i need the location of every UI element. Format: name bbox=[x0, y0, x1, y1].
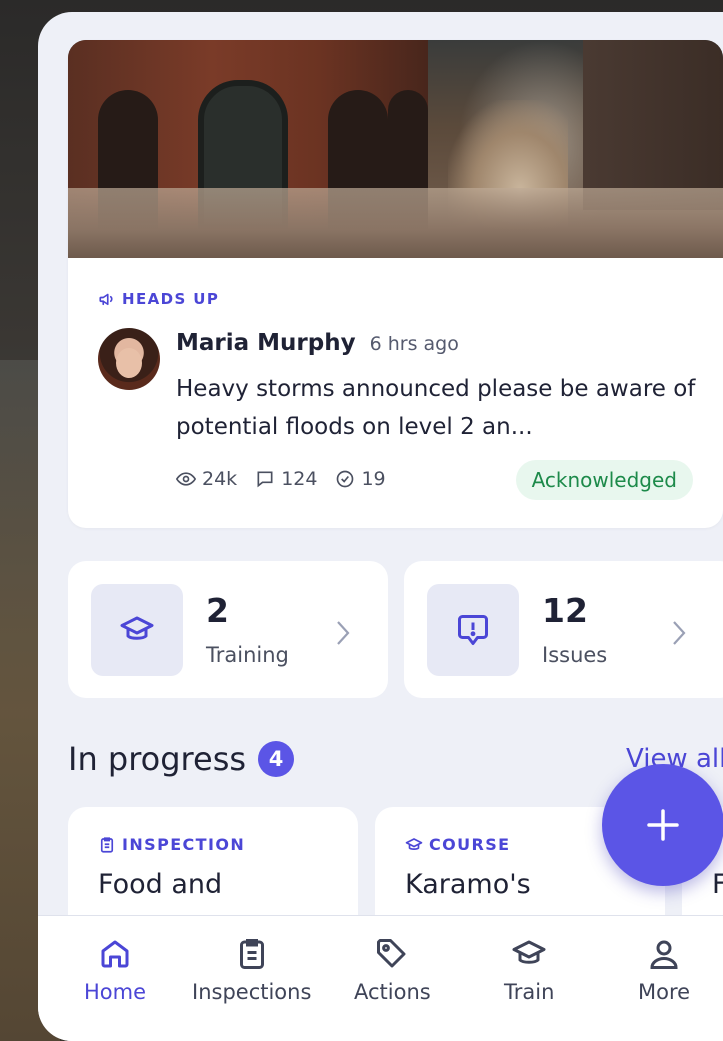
post-time: 6 hrs ago bbox=[369, 333, 459, 355]
training-tile[interactable]: 2 Training bbox=[68, 561, 388, 698]
card-title: F bbox=[712, 869, 723, 900]
bottom-nav: Home Inspections Actions Train More bbox=[38, 915, 723, 1041]
chevron-right-icon bbox=[337, 621, 350, 645]
issues-icon-box bbox=[427, 584, 519, 676]
nav-actions[interactable]: Actions bbox=[354, 936, 431, 1004]
check-circle-icon bbox=[337, 470, 354, 488]
chevron-right-icon bbox=[673, 621, 686, 645]
add-button[interactable] bbox=[602, 764, 723, 886]
card-type-label: INSPECTION bbox=[98, 835, 245, 854]
home-icon bbox=[101, 940, 129, 968]
announcement-card[interactable]: HEADS UP Maria Murphy 6 hrs ago Heavy st… bbox=[68, 40, 723, 528]
plus-icon bbox=[647, 809, 679, 841]
in-progress-header: In progress 4 bbox=[68, 740, 295, 778]
comment-icon bbox=[257, 471, 273, 488]
card-title: Food and bbox=[98, 869, 223, 900]
avatar[interactable] bbox=[98, 328, 160, 390]
issues-tile[interactable]: 12 Issues bbox=[404, 561, 723, 698]
training-icon-box bbox=[91, 584, 183, 676]
issues-count: 12 bbox=[542, 591, 588, 630]
author-name[interactable]: Maria Murphy bbox=[176, 330, 356, 356]
acknowledged-badge: Acknowledged bbox=[515, 460, 693, 500]
post-stats: 24k 124 19 bbox=[176, 468, 386, 490]
clipboard-icon bbox=[100, 836, 114, 853]
nav-train[interactable]: Train bbox=[504, 936, 554, 1004]
user-icon bbox=[650, 940, 678, 969]
flood-photo bbox=[68, 40, 723, 258]
heads-up-label: HEADS UP bbox=[98, 290, 219, 308]
issues-label: Issues bbox=[542, 643, 608, 667]
training-label: Training bbox=[206, 643, 289, 667]
clipboard-icon bbox=[239, 939, 264, 969]
training-count: 2 bbox=[206, 591, 229, 630]
acknowledgements-stat: 19 bbox=[335, 468, 386, 490]
eye-icon bbox=[176, 472, 196, 486]
alert-message-icon bbox=[458, 615, 488, 645]
nav-home[interactable]: Home bbox=[84, 936, 146, 1004]
tag-icon bbox=[377, 939, 406, 968]
card-title: Karamo's bbox=[405, 869, 531, 900]
graduation-cap-icon bbox=[512, 940, 546, 964]
section-title: In progress bbox=[68, 740, 247, 778]
nav-more[interactable]: More bbox=[638, 936, 690, 1004]
megaphone-icon bbox=[99, 293, 113, 306]
graduation-cap-icon bbox=[120, 616, 154, 640]
nav-inspections[interactable]: Inspections bbox=[192, 936, 311, 1004]
graduation-cap-icon bbox=[405, 837, 423, 850]
app-screen: HEADS UP Maria Murphy 6 hrs ago Heavy st… bbox=[38, 12, 723, 1041]
comments-stat[interactable]: 124 bbox=[255, 468, 317, 490]
card-type-label: COURSE bbox=[405, 835, 511, 854]
count-badge: 4 bbox=[258, 741, 295, 777]
post-message[interactable]: Heavy storms announced please be aware o… bbox=[176, 370, 706, 446]
views-stat: 24k bbox=[176, 468, 237, 490]
